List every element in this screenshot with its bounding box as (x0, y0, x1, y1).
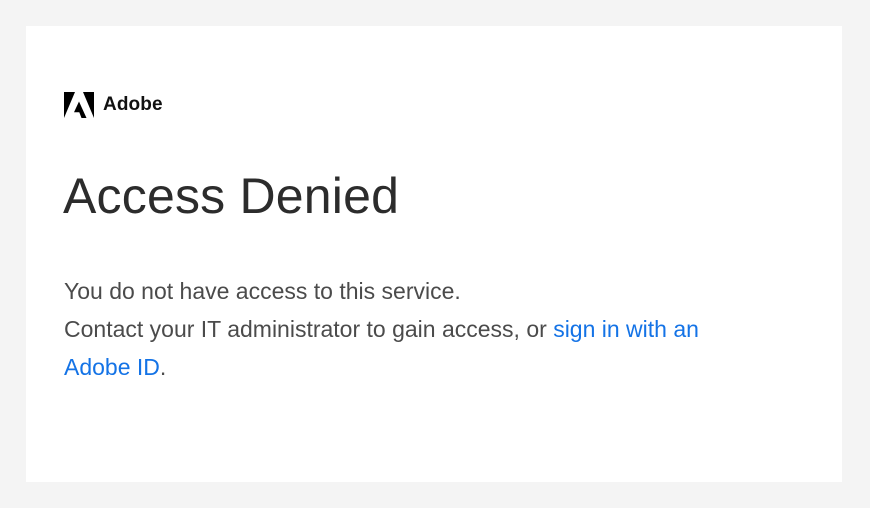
brand-name: Adobe (103, 94, 163, 115)
access-message: You do not have access to this service. … (64, 272, 754, 386)
message-line-2-prefix: Contact your IT administrator to gain ac… (64, 316, 554, 342)
message-line-2-suffix: . (159, 354, 167, 380)
adobe-logo-icon (64, 92, 94, 118)
brand-header: Adobe (64, 92, 163, 118)
message-line-2: Contact your IT administrator to gain ac… (64, 310, 754, 386)
page-title: Access Denied (63, 168, 400, 224)
message-line-1: You do not have access to this service. (64, 278, 461, 304)
